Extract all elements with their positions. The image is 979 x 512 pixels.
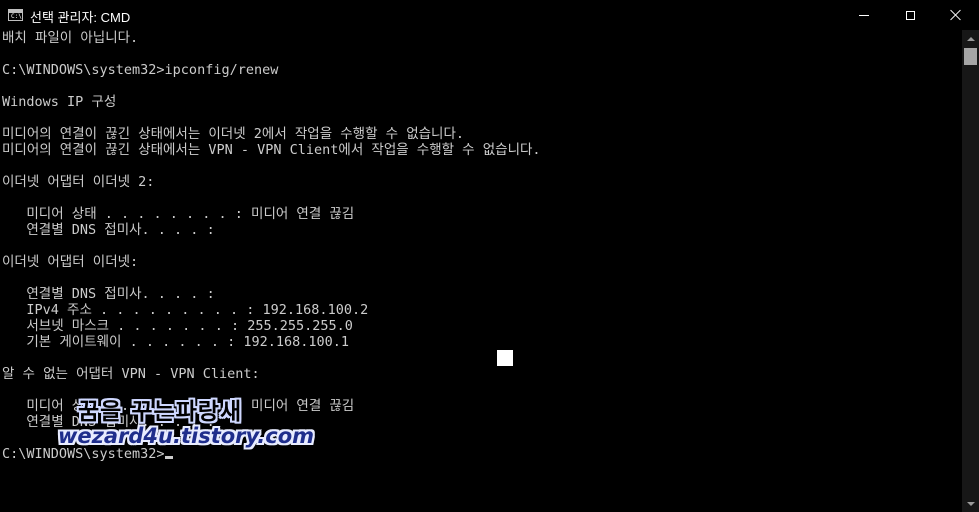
maximize-button[interactable] — [887, 0, 933, 30]
console-line: 배치 파일이 아닙니다. — [2, 30, 139, 46]
text-cursor — [164, 456, 173, 459]
watermark-url: wezard4u.tistory.com — [58, 424, 315, 448]
console-line: Windows IP 구성 — [2, 94, 117, 110]
maximize-icon — [905, 10, 915, 20]
close-icon — [950, 9, 962, 21]
close-button[interactable] — [933, 0, 979, 30]
console-line: 이더넷 어댑터 이더넷 2: — [2, 174, 155, 190]
window-title: 선택 관리자: CMD — [30, 10, 131, 25]
minimize-icon — [859, 14, 869, 16]
scroll-down-button[interactable] — [962, 495, 979, 512]
console-line: IPv4 주소 . . . . . . . . . : 192.168.100.… — [2, 302, 369, 318]
console-line: C:\WINDOWS\system32> — [2, 446, 960, 462]
mouse-cursor-block — [497, 350, 513, 366]
console-line: 미디어 상태 . . . . . . . . : 미디어 연결 끊김 — [2, 206, 355, 222]
chevron-up-icon — [966, 36, 975, 41]
console-line: 미디어의 연결이 끊긴 상태에서는 이더넷 2에서 작업을 수행할 수 없습니다… — [2, 126, 465, 142]
minimize-button[interactable] — [841, 0, 887, 30]
scroll-up-button[interactable] — [962, 30, 979, 47]
cmd-icon[interactable]: C:\ — [8, 9, 23, 21]
console-line: 기본 게이트웨이 . . . . . . : 192.168.100.1 — [2, 334, 350, 350]
scroll-thumb[interactable] — [964, 48, 977, 65]
console-line: 이더넷 어댑터 이더넷: — [2, 254, 139, 270]
console-line: 알 수 없는 어댑터 VPN - VPN Client: — [2, 366, 260, 382]
console-line: 연결별 DNS 접미사. . . . : — [2, 286, 215, 302]
console-line: 서브넷 마스크 . . . . . . . : 255.255.255.0 — [2, 318, 353, 334]
console-line: 미디어의 연결이 끊긴 상태에서는 VPN - VPN Client에서 작업을… — [2, 142, 541, 158]
console-line: C:\WINDOWS\system32>ipconfig/renew — [2, 62, 279, 78]
chevron-down-icon — [966, 501, 975, 506]
vertical-scrollbar[interactable] — [962, 30, 979, 512]
watermark-title: 꿈을 꾸는파랑새 — [78, 399, 243, 425]
title-bar[interactable]: C:\ 선택 관리자: CMD — [0, 0, 979, 30]
console-line: 연결별 DNS 접미사. . . . : — [2, 222, 215, 238]
